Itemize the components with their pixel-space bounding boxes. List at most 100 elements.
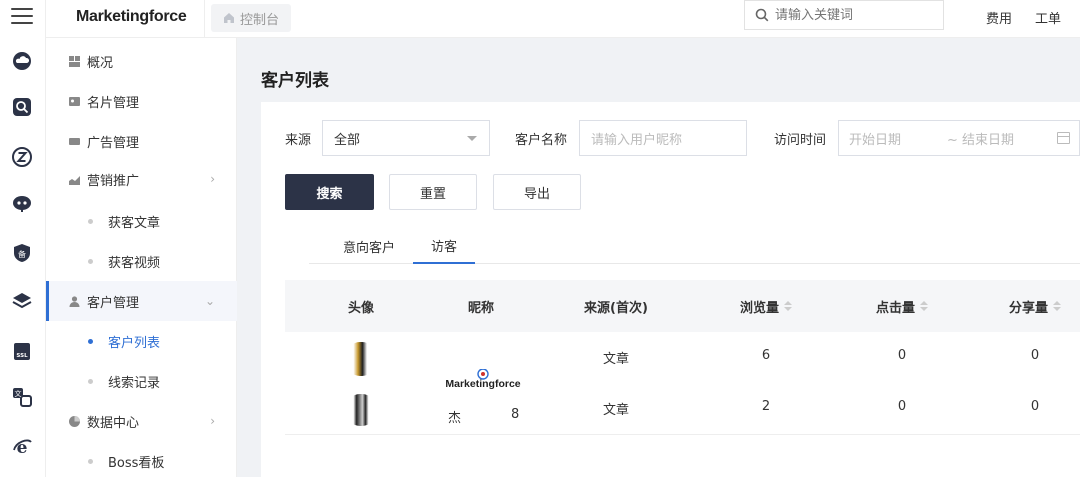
customer-name-label: 客户名称 <box>515 133 568 148</box>
cell-clicks: 0 <box>897 348 907 363</box>
global-search[interactable] <box>744 0 944 30</box>
cloud-icon[interactable] <box>11 50 33 72</box>
sort-icon[interactable] <box>920 301 928 311</box>
start-date-placeholder[interactable]: 开始日期 <box>849 129 901 148</box>
shield-record-icon[interactable]: 备 <box>11 242 33 264</box>
sidebar-item-data-center[interactable]: 数据中心 › <box>46 402 237 440</box>
column-header: 头像 <box>347 300 374 316</box>
customer-name-placeholder: 请输入用户昵称 <box>591 132 683 148</box>
table-header: 头像 昵称 来源(首次) 浏览量 点击量 分享量 <box>285 280 1080 332</box>
sidebar-item-label: 线索记录 <box>108 375 161 391</box>
sidebar-subitem-boss-board[interactable]: Boss看板 <box>46 442 237 477</box>
svg-text:Marketingforce: Marketingforce <box>445 378 520 389</box>
breadcrumb-label: 控制台 <box>240 12 280 28</box>
col-shares[interactable]: 分享量 <box>985 280 1080 332</box>
sidebar-item-ad-management[interactable]: 广告管理 <box>46 122 237 160</box>
col-views[interactable]: 浏览量 <box>716 280 816 332</box>
reset-button[interactable]: 重置 <box>389 174 477 210</box>
svg-text:文: 文 <box>15 389 22 398</box>
source-select[interactable]: 全部 <box>322 120 490 156</box>
search-box-icon[interactable] <box>11 96 33 118</box>
customers-icon <box>67 294 81 308</box>
cell-source: 文章 <box>602 403 629 418</box>
bullet-dot <box>88 458 93 464</box>
svg-text:备: 备 <box>18 249 26 259</box>
sidebar-item-card-management[interactable]: 名片管理 <box>46 82 237 120</box>
sidebar: 概况 名片管理 广告管理 营销推广 › 获客文章 获客视频 客户管理 ⌄ 客户列… <box>46 38 237 477</box>
chevron-right-icon: › <box>210 414 215 428</box>
z-circle-icon[interactable] <box>11 146 33 168</box>
overview-icon <box>67 54 81 68</box>
content-card: 来源 全部 客户名称 请输入用户昵称 访问时间 开始日期 ~ 结束日期 搜索 重… <box>261 102 1080 477</box>
column-header: 来源(首次) <box>584 300 648 316</box>
calendar-icon[interactable] <box>1057 132 1070 144</box>
main-content: 客户列表 来源 全部 客户名称 请输入用户昵称 访问时间 开始日期 ~ 结束日期… <box>237 38 1080 477</box>
source-select-value: 全部 <box>334 132 361 148</box>
globe-icon: Marketingforce <box>445 368 521 390</box>
cell-source: 文章 <box>602 352 629 367</box>
brand-logo[interactable]: Marketingforce <box>76 8 187 26</box>
sidebar-item-label: 客户列表 <box>108 335 161 351</box>
sidebar-item-label: 名片管理 <box>87 95 140 111</box>
avatar <box>346 342 376 376</box>
sidebar-item-label: Boss看板 <box>108 455 165 471</box>
menu-icon[interactable] <box>11 8 33 24</box>
cell-clicks: 0 <box>897 399 907 414</box>
nickname-logo-image: Marketingforce <box>445 368 521 392</box>
sidebar-item-label: 获客文章 <box>108 215 161 231</box>
sort-icon[interactable] <box>1053 301 1061 311</box>
end-date-placeholder[interactable]: ~ 结束日期 <box>947 129 1014 148</box>
app-root: 备 SSL 文 e Marketingforce 控制台 费用 工单 <box>0 0 1080 477</box>
sidebar-item-customer-management[interactable]: 客户管理 ⌄ <box>46 281 237 321</box>
column-header: 浏览量 <box>739 300 779 316</box>
sort-icon[interactable] <box>784 301 792 311</box>
icon-rail: 备 SSL 文 e <box>0 0 46 477</box>
source-filter-label: 来源 <box>285 133 312 148</box>
layers-icon[interactable] <box>11 290 33 312</box>
customer-name-input[interactable]: 请输入用户昵称 <box>579 120 747 156</box>
bullet-dot <box>88 258 93 264</box>
column-header: 昵称 <box>467 300 494 316</box>
ie-icon[interactable]: e <box>11 436 33 458</box>
sidebar-item-marketing[interactable]: 营销推广 › <box>46 160 237 198</box>
page-title: 客户列表 <box>261 71 329 91</box>
card-icon <box>67 94 81 108</box>
cell-shares: 0 <box>1030 348 1040 363</box>
sidebar-item-label: 数据中心 <box>87 415 140 431</box>
tab-visitors[interactable]: 访客 <box>413 228 475 264</box>
visit-date-range[interactable]: 开始日期 ~ 结束日期 <box>838 120 1080 156</box>
ticket-link[interactable]: 工单 <box>1035 8 1061 27</box>
ssl-icon[interactable]: SSL <box>11 340 33 362</box>
bullet-dot <box>88 218 93 224</box>
visit-time-label: 访问时间 <box>774 133 827 148</box>
cell-shares: 0 <box>1030 399 1040 414</box>
col-source: 来源(首次) <box>561 280 671 332</box>
sidebar-subitem-videos[interactable]: 获客视频 <box>46 242 237 280</box>
tab-intent-customers[interactable]: 意向客户 <box>331 228 407 264</box>
translate-icon[interactable]: 文 <box>11 386 33 408</box>
top-header: Marketingforce 控制台 费用 工单 <box>46 0 1080 38</box>
customer-tabs: 意向客户 访客 <box>309 228 1080 264</box>
avatar <box>346 394 376 426</box>
robot-icon[interactable] <box>11 192 33 214</box>
cell-views: 6 <box>761 348 771 363</box>
chevron-down-icon: ⌄ <box>204 294 215 308</box>
fees-link[interactable]: 费用 <box>986 8 1012 27</box>
export-button[interactable]: 导出 <box>493 174 581 210</box>
home-icon <box>224 13 234 23</box>
header-divider <box>204 0 205 38</box>
sidebar-subitem-leads[interactable]: 线索记录 <box>46 362 237 400</box>
sidebar-subitem-customer-list[interactable]: 客户列表 <box>46 322 237 360</box>
col-avatar: 头像 <box>321 280 401 332</box>
sidebar-subitem-articles[interactable]: 获客文章 <box>46 202 237 240</box>
table-body: Marketingforce 杰 8 文章 6 0 0 文章 2 0 0 <box>285 332 1080 435</box>
bullet-dot <box>88 338 93 344</box>
nickname-fragment: 杰 <box>448 411 462 426</box>
breadcrumb-console-tab[interactable]: 控制台 <box>211 4 292 32</box>
sidebar-item-label: 广告管理 <box>87 135 140 151</box>
search-button[interactable]: 搜索 <box>285 174 374 210</box>
col-clicks[interactable]: 点击量 <box>852 280 952 332</box>
sidebar-item-label: 客户管理 <box>87 295 140 311</box>
sidebar-item-overview[interactable]: 概况 <box>46 42 237 80</box>
search-input[interactable] <box>775 7 935 23</box>
